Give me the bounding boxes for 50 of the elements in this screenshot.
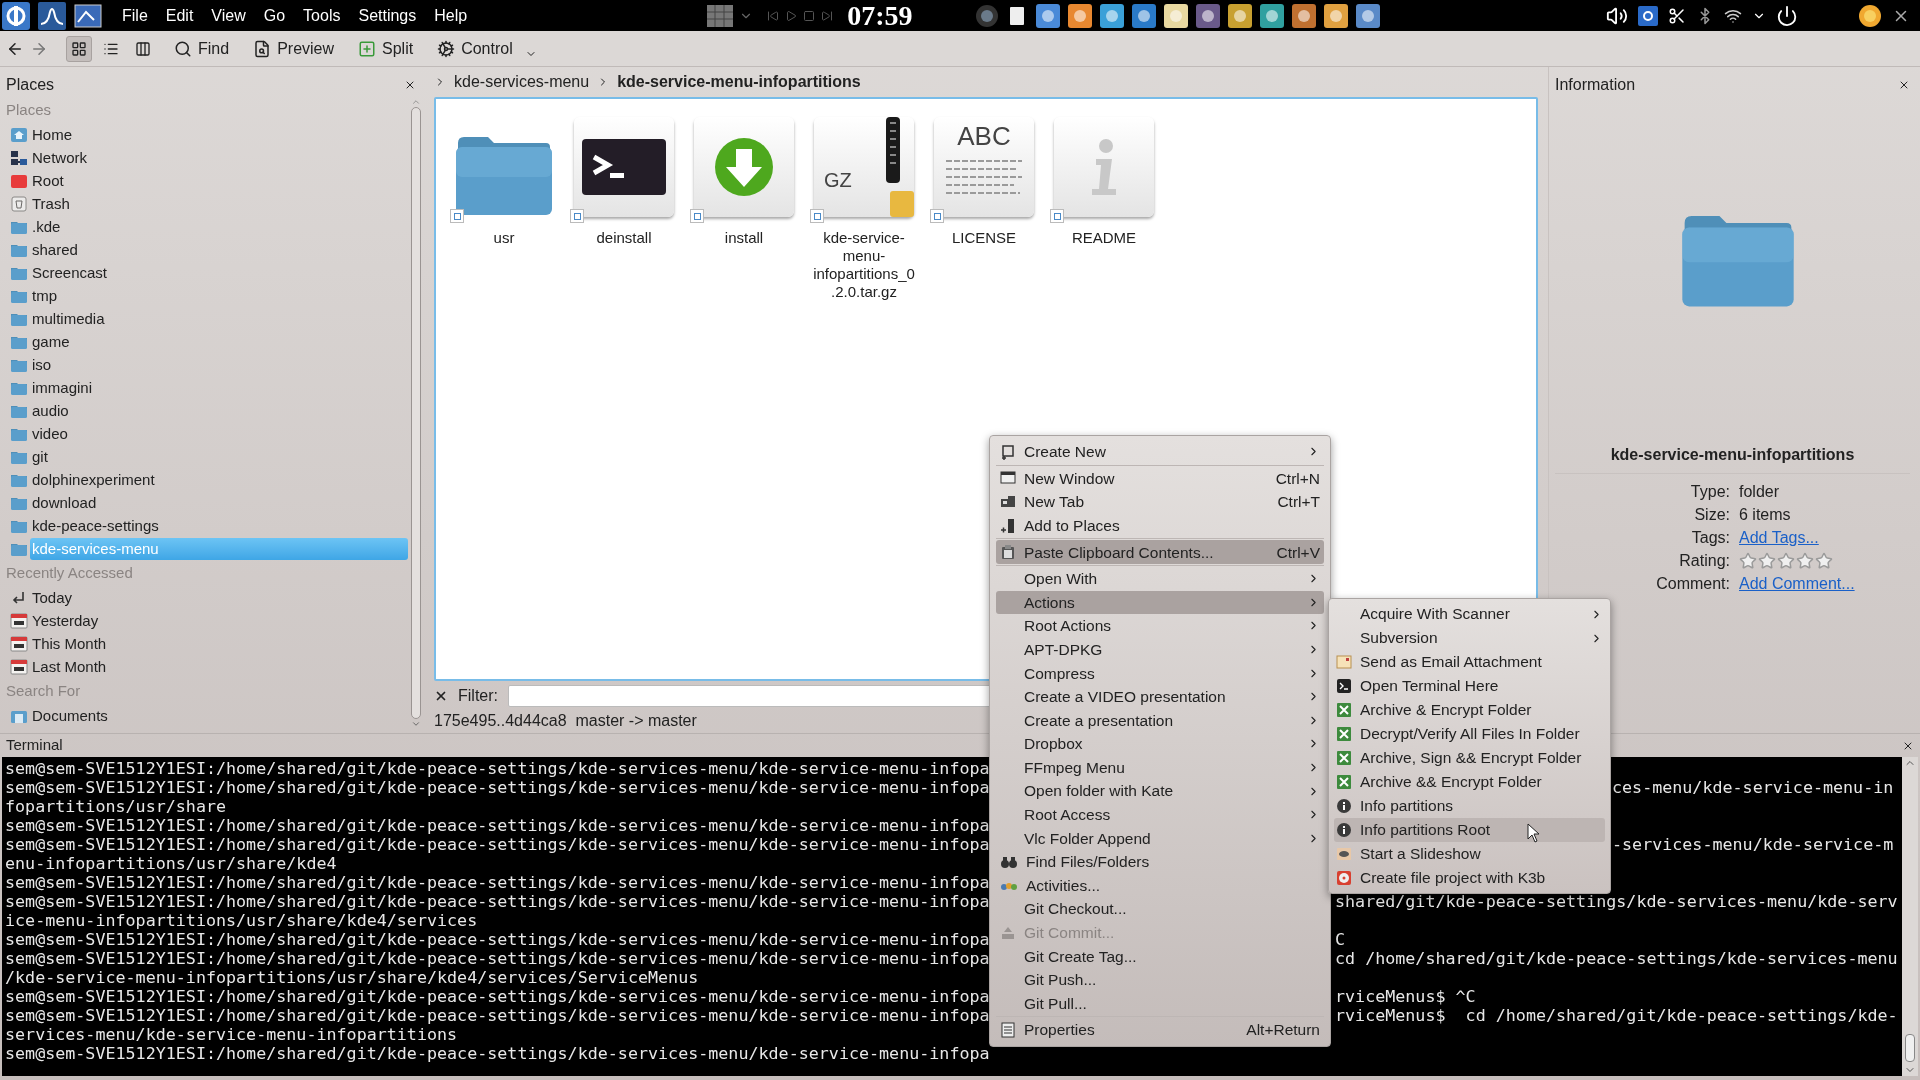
shortcut-label: Alt+Return: [1246, 1020, 1320, 1041]
property-label: Size:: [1693, 505, 1730, 525]
property-label: Rating:: [1678, 551, 1730, 571]
terminal-line: ice-menu-infopartitions/usr/share/kde4/services: [5, 910, 478, 930]
terminal-line: enu-infopartitions/usr/share/kde4: [5, 853, 337, 873]
property-label: Comment:: [1655, 574, 1730, 594]
property-value: folder: [1739, 482, 1781, 502]
filter-label: Filter:: [458, 686, 498, 706]
status-text: 175e495..4d44ca8 master -> master: [434, 711, 697, 731]
terminal-line: sem@sem-SVE1512Y1ESI:/home/shared/git/kde-peace-settings/kde-services-menu/kde-service-menu-infopa: [5, 872, 990, 892]
panel-title: Information: [1555, 75, 1636, 95]
terminal-line: ces-menu/kde-service-menu-in: [1612, 776, 1894, 799]
property-label: Type:: [1689, 482, 1730, 502]
shortcut-label: Ctrl+V: [1276, 542, 1320, 563]
section-heading: Places: [6, 100, 53, 120]
panel-title: Terminal: [6, 735, 63, 756]
item-name: kde-service-menu-infopartitions: [1555, 443, 1910, 474]
terminal-line: sem@sem-SVE1512Y1ESI:/home/shared/git/kde-peace-settings/kde-services-menu/kde-service-menu-infopa: [5, 758, 990, 778]
terminal-line: rviceMenus$ cd /home/shared/git/kde-peace-settings/kde-: [1335, 1005, 1898, 1027]
terminal-line: sem@sem-SVE1512Y1ESI:/home/shared/git/kde-peace-settings/kde-services-menu/kde-service-menu-infopa: [5, 948, 990, 968]
section-heading: Recently Accessed: [6, 563, 134, 583]
terminal-line: sem@sem-SVE1512Y1ESI:/home/shared/git/kde-peace-settings/kde-services-menu/kde-service-menu-infopa: [5, 777, 990, 797]
terminal-line: rviceMenus$ ^C: [1335, 985, 1476, 1008]
text-document-icon: ABC: [934, 117, 1034, 217]
archive-icon: GZ: [814, 117, 914, 217]
file-name: LICENSE: [950, 229, 1018, 247]
terminal-line: fopartitions/usr/share: [5, 796, 227, 816]
terminal-line: sem@sem-SVE1512Y1ESI:/home/shared/git/kde-peace-settings/kde-services-menu/kde-service-menu-infopa: [5, 891, 990, 911]
terminal-line: sem@sem-SVE1512Y1ESI:/home/shared/git/kde-peace-settings/kde-services-menu/kde-service-menu-infopa: [5, 929, 990, 949]
property-label: Tags:: [1690, 528, 1730, 548]
section-heading: Search For: [6, 681, 82, 701]
shortcut-label: Ctrl+N: [1275, 468, 1320, 489]
terminal-line: sem@sem-SVE1512Y1ESI:/home/shared/git/kde-peace-settings/kde-services-menu/kde-service-menu-infopa: [5, 1043, 990, 1063]
panel-title: Places: [6, 75, 55, 95]
file-name: kde-service-menu-infopartitions_0.2.0.tar.gz: [812, 229, 916, 301]
file-name: README: [1070, 229, 1138, 247]
terminal-line: -services-menu/kde-service-m: [1612, 833, 1894, 856]
terminal-line: sem@sem-SVE1512Y1ESI:/home/shared/git/kde-peace-settings/kde-services-menu/kde-service-menu-infopa: [5, 815, 990, 835]
shortcut-label: Ctrl+T: [1277, 492, 1320, 513]
terminal-line: sem@sem-SVE1512Y1ESI:/home/shared/git/kde-peace-settings/kde-services-menu/kde-service-menu-infopa: [5, 1005, 990, 1025]
terminal-line: sem@sem-SVE1512Y1ESI:/home/shared/git/kde-peace-settings/kde-services-menu/kde-service-menu-infopa: [5, 834, 990, 854]
property-value: 6 items: [1739, 505, 1792, 525]
file-name: usr: [492, 229, 516, 247]
terminal-line: /kde-service-menu-infopartitions/usr/share/kde4/services/ServiceMenus: [5, 967, 699, 987]
terminal-line: shared/git/kde-peace-settings/kde-services-menu/kde-serv: [1335, 890, 1898, 913]
file-name: deinstall: [595, 229, 653, 247]
terminal-line: services-menu/kde-service-menu-infopartitions: [5, 1024, 458, 1044]
clock: 07:59: [847, 1, 913, 30]
file-name: install: [723, 229, 765, 247]
terminal-line: sem@sem-SVE1512Y1ESI:/home/shared/git/kde-peace-settings/kde-services-menu/kde-service-menu-infopa: [5, 986, 990, 1006]
